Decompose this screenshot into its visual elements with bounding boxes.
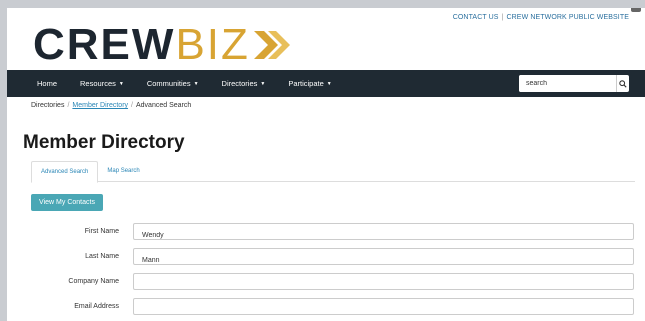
- logo-arrow-icon: [253, 31, 290, 59]
- logo-biz-text: BIZ: [175, 20, 250, 69]
- top-links: CONTACT US | CREW NETWORK PUBLIC WEBSITE: [453, 14, 629, 21]
- nav-home-label: Home: [37, 79, 58, 88]
- search-button[interactable]: [616, 75, 629, 92]
- crewbiz-logo[interactable]: CREW BIZ: [33, 22, 294, 68]
- form-row-first-name: First Name: [7, 223, 645, 243]
- breadcrumb-directories[interactable]: Directories: [31, 102, 64, 109]
- nav-directories[interactable]: Directories ▼: [222, 79, 266, 88]
- contact-us-link[interactable]: CONTACT US: [453, 14, 499, 21]
- nav-communities[interactable]: Communities ▼: [147, 79, 199, 88]
- form-row-last-name: Last Name: [7, 248, 645, 268]
- breadcrumb: Directories / Member Directory / Advance…: [31, 102, 191, 109]
- search-input[interactable]: [519, 75, 616, 92]
- caret-down-icon: ▼: [326, 80, 332, 87]
- last-name-field[interactable]: [134, 253, 622, 268]
- nav-home[interactable]: Home: [37, 79, 57, 88]
- caret-down-icon: ▼: [118, 80, 124, 87]
- tab-bar: Advanced Search Map Search: [31, 161, 635, 183]
- breadcrumb-separator: /: [67, 102, 70, 109]
- search-icon: [619, 79, 627, 88]
- nav-resources[interactable]: Resources ▼: [80, 79, 124, 88]
- nav-resources-label: Resources: [80, 79, 116, 88]
- breadcrumb-current: Advanced Search: [135, 102, 192, 109]
- nav-directories-label: Directories: [221, 79, 258, 88]
- first-name-field[interactable]: [134, 228, 622, 243]
- company-name-label: Company Name: [68, 278, 119, 285]
- breadcrumb-member-directory[interactable]: Member Directory: [72, 102, 128, 109]
- view-my-contacts-button[interactable]: View My Contacts: [31, 194, 103, 211]
- email-address-field[interactable]: [134, 303, 622, 318]
- first-name-label: First Name: [84, 228, 119, 235]
- main-navbar: Home Resources ▼ Communities ▼ Directori…: [7, 70, 645, 97]
- breadcrumb-separator: /: [131, 102, 133, 109]
- tab-advanced-search[interactable]: Advanced Search: [31, 161, 99, 183]
- nav-participate-label: Participate: [288, 79, 324, 88]
- last-name-field-box: [133, 248, 634, 268]
- window-corner: [631, 8, 641, 12]
- form-row-email-address: Email Address: [7, 298, 645, 318]
- company-name-field[interactable]: [134, 278, 622, 293]
- nav-communities-label: Communities: [146, 79, 191, 88]
- page: CONTACT US | CREW NETWORK PUBLIC WEBSITE…: [7, 8, 645, 321]
- last-name-label: Last Name: [85, 253, 119, 260]
- nav-search-box: [519, 75, 629, 92]
- page-title: Member Directory: [23, 132, 185, 153]
- public-website-link[interactable]: CREW NETWORK PUBLIC WEBSITE: [507, 14, 630, 21]
- form-row-company-name: Company Name: [7, 273, 645, 293]
- email-address-field-box: [133, 298, 634, 318]
- caret-down-icon: ▼: [260, 80, 266, 87]
- first-name-field-box: [133, 223, 634, 243]
- logo-crew-text: CREW: [33, 20, 176, 69]
- email-address-label: Email Address: [74, 303, 119, 310]
- company-name-field-box: [133, 273, 634, 293]
- tab-map-search[interactable]: Map Search: [98, 161, 148, 181]
- top-links-separator: |: [501, 14, 504, 21]
- nav-participate[interactable]: Participate ▼: [288, 79, 331, 88]
- caret-down-icon: ▼: [193, 80, 199, 87]
